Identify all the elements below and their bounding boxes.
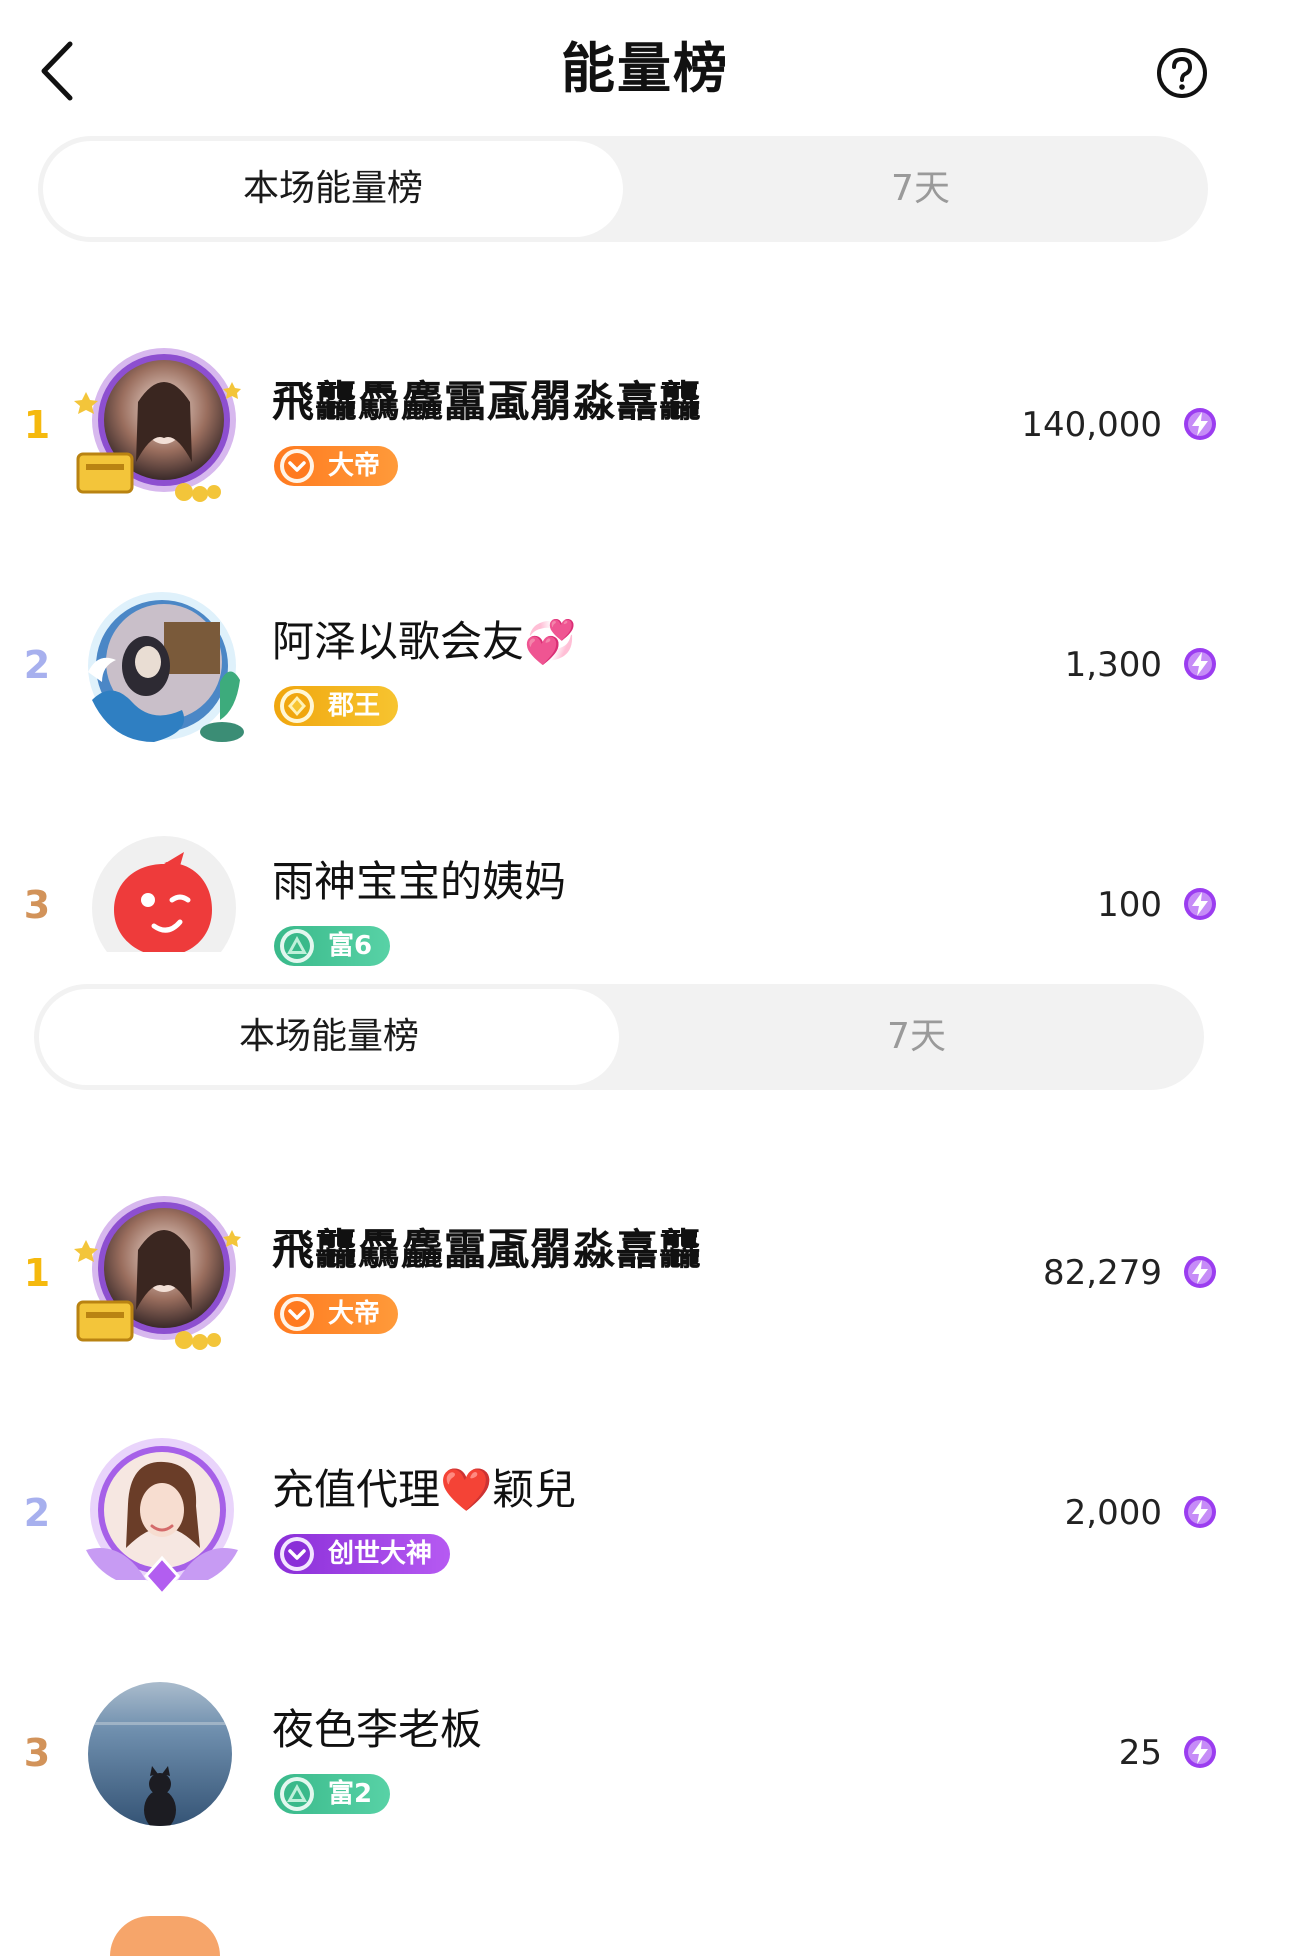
leaderboard-row[interactable]: 1: [0, 1176, 1290, 1376]
energy-score: 82,279: [1043, 1253, 1162, 1293]
chevron-down-badge-icon: [280, 1297, 314, 1331]
tab-current-session[interactable]: 本场能量榜: [43, 141, 623, 237]
rank-number: 1: [23, 403, 51, 447]
chevron-down-badge-icon: [280, 1537, 314, 1571]
leaderboard-row[interactable]: 2 充值代理❤️颖兒 创世大神 2,000: [0, 1416, 1290, 1616]
diamond-badge-icon: [280, 689, 314, 723]
help-button[interactable]: [1155, 46, 1209, 100]
leaderboard-row[interactable]: 2 阿泽以歌会友💞 郡王 1,300: [0, 568, 1290, 768]
tab-bar: 本场能量榜 7天: [34, 984, 1204, 1090]
user-name: 夜色李老板: [272, 1705, 483, 1754]
lightning-energy-icon: [1184, 1736, 1216, 1768]
energy-score: 140,000: [1021, 405, 1162, 445]
user-name: 飛龘驫麤靁颪朤淼譶龘: [272, 1225, 703, 1274]
level-badge: 郡王: [274, 686, 399, 726]
rank-number: 2: [23, 643, 51, 687]
rank-number: 3: [23, 1731, 51, 1775]
rank-number: 2: [23, 1491, 51, 1535]
leaderboard-section-2: 本场能量榜 7天 1 飛龘驫麤靁颪朤淼譶龘 大帝 82,279 2 充值代理❤️…: [0, 984, 1290, 1936]
badge-label: 郡王: [328, 691, 381, 721]
badge-label: 富2: [328, 1779, 373, 1809]
chevron-down-badge-icon: [280, 449, 314, 483]
user-name: 阿泽以歌会友💞: [272, 617, 577, 666]
top-bar: 能量榜: [0, 0, 1290, 140]
leaderboard-section-1: 本场能量榜 7天 1 飛龘驫麤靁颪朤淼譶龘 大帝 140,000 2 阿泽以歌会…: [0, 136, 1290, 976]
tab-7-days[interactable]: 7天: [634, 989, 1199, 1085]
avatar[interactable]: [72, 342, 252, 514]
energy-score: 1,300: [1064, 645, 1162, 685]
user-name: 飛龘驫麤靁颪朤淼譶龘: [272, 377, 703, 426]
badge-label: 大帝: [328, 451, 381, 481]
user-name: 雨神宝宝的姨妈: [272, 857, 567, 906]
leaderboard-row[interactable]: 3 夜色李老板 富2 25: [0, 1656, 1290, 1856]
leaderboard-row[interactable]: 1: [0, 328, 1290, 528]
level-badge: 富6: [274, 926, 391, 966]
lightning-energy-icon: [1184, 888, 1216, 920]
level-badge: 大帝: [274, 446, 399, 486]
badge-label: 创世大神: [328, 1539, 433, 1569]
rank-number: 3: [23, 883, 51, 927]
tab-current-session[interactable]: 本场能量榜: [39, 989, 619, 1085]
avatar-frame-gold-card-icon: [74, 1196, 241, 1350]
lightning-energy-icon: [1184, 648, 1216, 680]
avatar[interactable]: [72, 1430, 252, 1602]
avatar-frame-wave-icon: [88, 592, 244, 742]
energy-score: 25: [1118, 1733, 1162, 1773]
level-badge: 富2: [274, 1774, 391, 1814]
avatar[interactable]: [72, 582, 252, 754]
tab-bar: 本场能量榜 7天: [38, 136, 1208, 242]
energy-score: 2,000: [1064, 1493, 1162, 1533]
tab-7-days[interactable]: 7天: [638, 141, 1203, 237]
page-title: 能量榜: [561, 37, 729, 100]
lightning-energy-icon: [1184, 408, 1216, 440]
avatar[interactable]: [72, 1670, 252, 1842]
leaderboard-row[interactable]: 3 雨神宝宝的姨妈 富6 100: [0, 808, 1290, 1008]
question-circle-icon: [1157, 48, 1207, 98]
avatar-frame-wings-icon: [86, 1438, 238, 1597]
badge-label: 富6: [328, 931, 373, 961]
triangle-badge-icon: [280, 929, 314, 963]
level-badge: 大帝: [274, 1294, 399, 1334]
lightning-energy-icon: [1184, 1496, 1216, 1528]
user-name: 充值代理❤️颖兒: [272, 1465, 577, 1514]
rank-number: 1: [23, 1251, 51, 1295]
energy-score: 100: [1097, 885, 1162, 925]
avatar[interactable]: [72, 822, 252, 994]
winking-face-icon: [92, 836, 236, 952]
badge-label: 大帝: [328, 1299, 381, 1329]
level-badge: 创世大神: [274, 1534, 451, 1574]
lightning-energy-icon: [1184, 1256, 1216, 1288]
sea-cat-photo-icon: [88, 1682, 232, 1826]
avatar-frame-gold-card-icon: [74, 348, 241, 502]
avatar[interactable]: [72, 1190, 252, 1362]
triangle-badge-icon: [280, 1777, 314, 1811]
